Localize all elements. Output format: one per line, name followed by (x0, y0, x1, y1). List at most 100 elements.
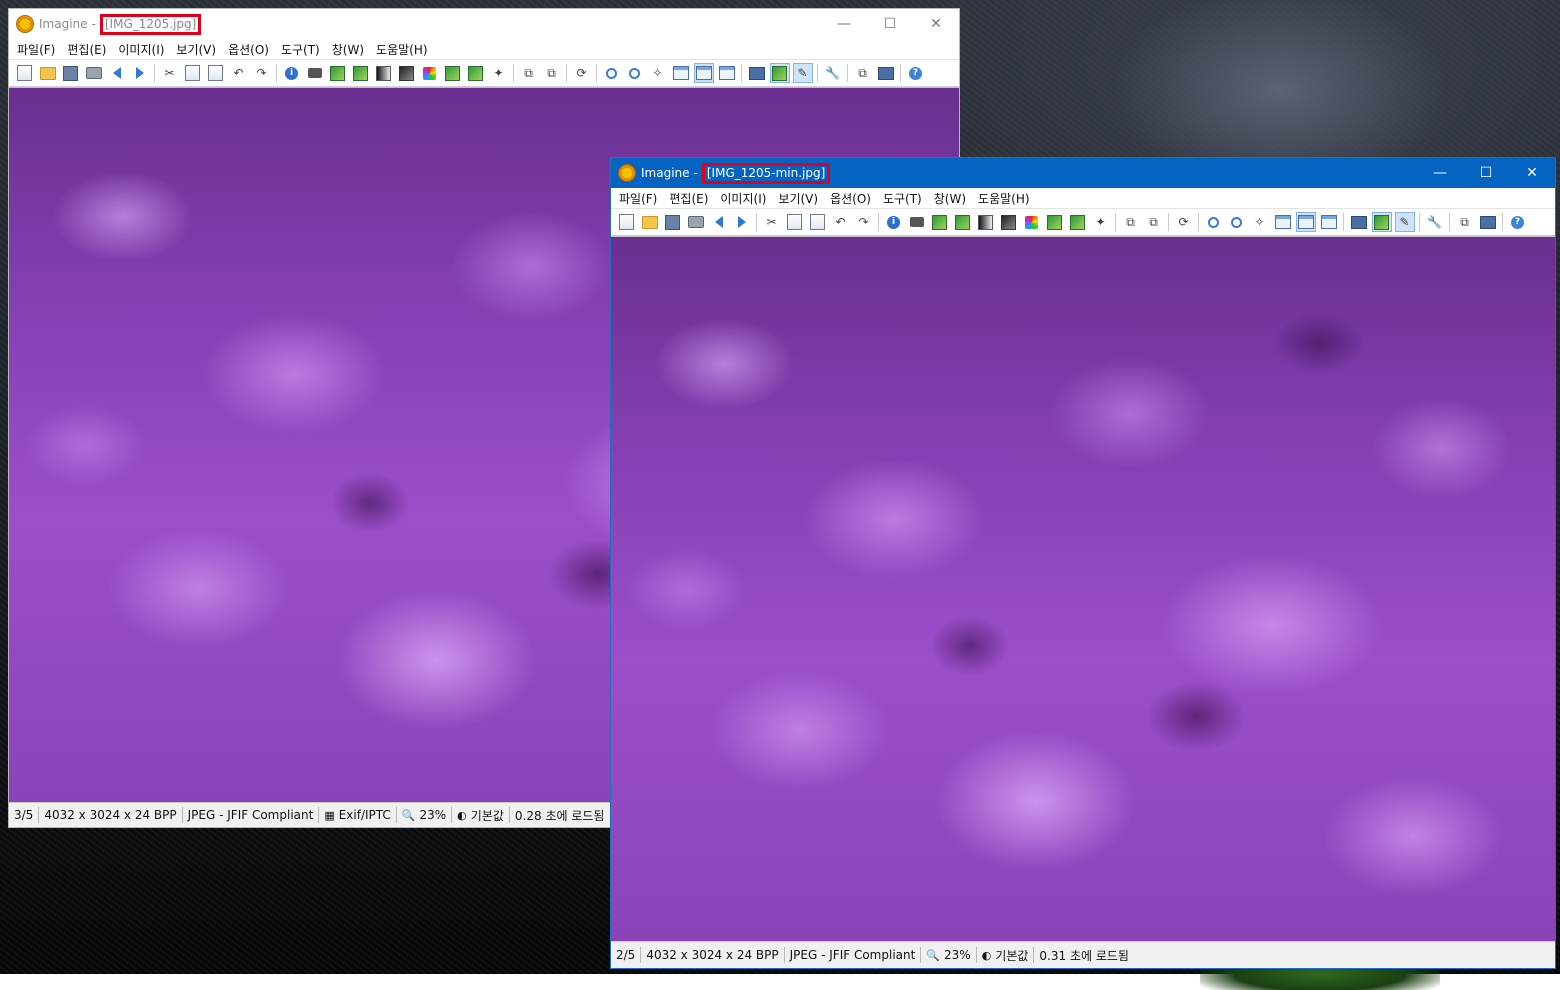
menu-file[interactable]: 파일(F) (613, 190, 663, 207)
info-icon[interactable]: i (885, 213, 903, 231)
paste-icon[interactable] (207, 64, 225, 82)
maximize-button[interactable]: ☐ (867, 9, 913, 39)
settings-wrench-icon[interactable]: 🔧 (1426, 213, 1444, 231)
zoom-out-icon[interactable] (626, 64, 644, 82)
capture-icon[interactable] (306, 64, 324, 82)
fit-width-icon[interactable] (718, 64, 736, 82)
menu-help[interactable]: 도움말(H) (370, 41, 434, 58)
fit-window-icon[interactable] (1295, 212, 1316, 232)
menu-image[interactable]: 이미지(I) (112, 41, 170, 58)
redo-icon[interactable]: ↷ (855, 213, 873, 231)
rotate-icon[interactable] (1069, 213, 1087, 231)
close-button[interactable]: ✕ (1509, 158, 1555, 188)
cut-icon[interactable]: ✂ (763, 213, 781, 231)
menu-options[interactable]: 옵션(O) (824, 190, 877, 207)
tools-icon[interactable]: ✎ (792, 63, 813, 83)
fullscreen-icon[interactable] (748, 64, 766, 82)
menu-window[interactable]: 창(W) (326, 41, 370, 58)
menu-window[interactable]: 창(W) (928, 190, 972, 207)
close-button[interactable]: ✕ (913, 9, 959, 39)
wallpaper-icon[interactable] (1371, 212, 1392, 232)
imagine-window-front[interactable]: Imagine - [IMG_1205-min.jpg] — ☐ ✕ 파일(F)… (610, 157, 1556, 969)
crop-icon[interactable] (954, 213, 972, 231)
next-icon[interactable] (131, 64, 149, 82)
menu-file[interactable]: 파일(F) (11, 41, 61, 58)
minimize-button[interactable]: — (821, 9, 867, 39)
minimize-button[interactable]: — (1417, 158, 1463, 188)
title-bar[interactable]: Imagine - [IMG_1205-min.jpg] — ☐ ✕ (611, 158, 1555, 188)
cut-icon[interactable]: ✂ (161, 64, 179, 82)
new-icon[interactable] (16, 64, 34, 82)
menu-edit[interactable]: 편집(E) (61, 41, 112, 58)
wallpaper-icon[interactable] (769, 63, 790, 83)
gradient-icon[interactable] (977, 213, 995, 231)
open-folder-icon[interactable] (39, 64, 57, 82)
adjust-icon[interactable] (398, 64, 416, 82)
flip-icon[interactable] (444, 64, 462, 82)
help-icon[interactable]: ? (1509, 213, 1527, 231)
menu-image[interactable]: 이미지(I) (714, 190, 772, 207)
paste-icon[interactable] (809, 213, 827, 231)
fit-width-icon[interactable] (1320, 213, 1338, 231)
compare-icon[interactable]: ⧉ (520, 64, 538, 82)
maximize-button[interactable]: ☐ (1463, 158, 1509, 188)
batch-icon[interactable]: ⧉ (1456, 213, 1474, 231)
plugin-icon[interactable] (877, 64, 895, 82)
menu-tools[interactable]: 도구(T) (275, 41, 326, 58)
info-icon[interactable]: i (283, 64, 301, 82)
menu-tools[interactable]: 도구(T) (877, 190, 928, 207)
flip-icon[interactable] (1046, 213, 1064, 231)
rotate-icon[interactable] (467, 64, 485, 82)
print-icon[interactable] (85, 64, 103, 82)
zoom-out-icon[interactable] (1228, 213, 1246, 231)
actual-size-icon[interactable] (672, 64, 690, 82)
fit-icon[interactable]: ✧ (1251, 213, 1269, 231)
fit-window-icon[interactable] (693, 63, 714, 83)
resize-icon[interactable] (931, 213, 949, 231)
undo-icon[interactable]: ↶ (230, 64, 248, 82)
slideshow-icon[interactable]: ⧉ (1145, 213, 1163, 231)
redo-icon[interactable]: ↷ (253, 64, 271, 82)
previous-icon[interactable] (710, 213, 728, 231)
gradient-icon[interactable] (375, 64, 393, 82)
copy-icon[interactable] (786, 213, 804, 231)
menu-edit[interactable]: 편집(E) (663, 190, 714, 207)
save-icon[interactable] (664, 213, 682, 231)
color-icon[interactable] (421, 64, 439, 82)
zoom-in-icon[interactable] (1205, 213, 1223, 231)
menu-view[interactable]: 보기(V) (170, 41, 222, 58)
crop-icon[interactable] (352, 64, 370, 82)
resize-icon[interactable] (329, 64, 347, 82)
copy-icon[interactable] (184, 64, 202, 82)
open-folder-icon[interactable] (641, 213, 659, 231)
actual-size-icon[interactable] (1274, 213, 1292, 231)
image-viewport[interactable] (611, 236, 1555, 942)
convert-icon[interactable]: ⟳ (573, 64, 591, 82)
batch-icon[interactable]: ⧉ (854, 64, 872, 82)
fullscreen-icon[interactable] (1350, 213, 1368, 231)
next-icon[interactable] (733, 213, 751, 231)
capture-icon[interactable] (908, 213, 926, 231)
compare-icon[interactable]: ⧉ (1122, 213, 1140, 231)
save-icon[interactable] (62, 64, 80, 82)
slideshow-icon[interactable]: ⧉ (543, 64, 561, 82)
zoom-in-icon[interactable] (603, 64, 621, 82)
adjust-icon[interactable] (1000, 213, 1018, 231)
help-icon[interactable]: ? (907, 64, 925, 82)
plugin-icon[interactable] (1479, 213, 1497, 231)
status-exif[interactable]: ▦ Exif/IPTC (319, 807, 397, 823)
fit-icon[interactable]: ✧ (649, 64, 667, 82)
menu-help[interactable]: 도움말(H) (972, 190, 1036, 207)
print-icon[interactable] (687, 213, 705, 231)
menu-options[interactable]: 옵션(O) (222, 41, 275, 58)
undo-icon[interactable]: ↶ (832, 213, 850, 231)
tools-icon[interactable]: ✎ (1394, 212, 1415, 232)
settings-wrench-icon[interactable]: 🔧 (824, 64, 842, 82)
title-bar[interactable]: Imagine - [IMG_1205.jpg] — ☐ ✕ (9, 9, 959, 39)
new-icon[interactable] (618, 213, 636, 231)
effects-icon[interactable]: ✦ (1092, 213, 1110, 231)
menu-view[interactable]: 보기(V) (772, 190, 824, 207)
color-icon[interactable] (1023, 213, 1041, 231)
convert-icon[interactable]: ⟳ (1175, 213, 1193, 231)
effects-icon[interactable]: ✦ (490, 64, 508, 82)
